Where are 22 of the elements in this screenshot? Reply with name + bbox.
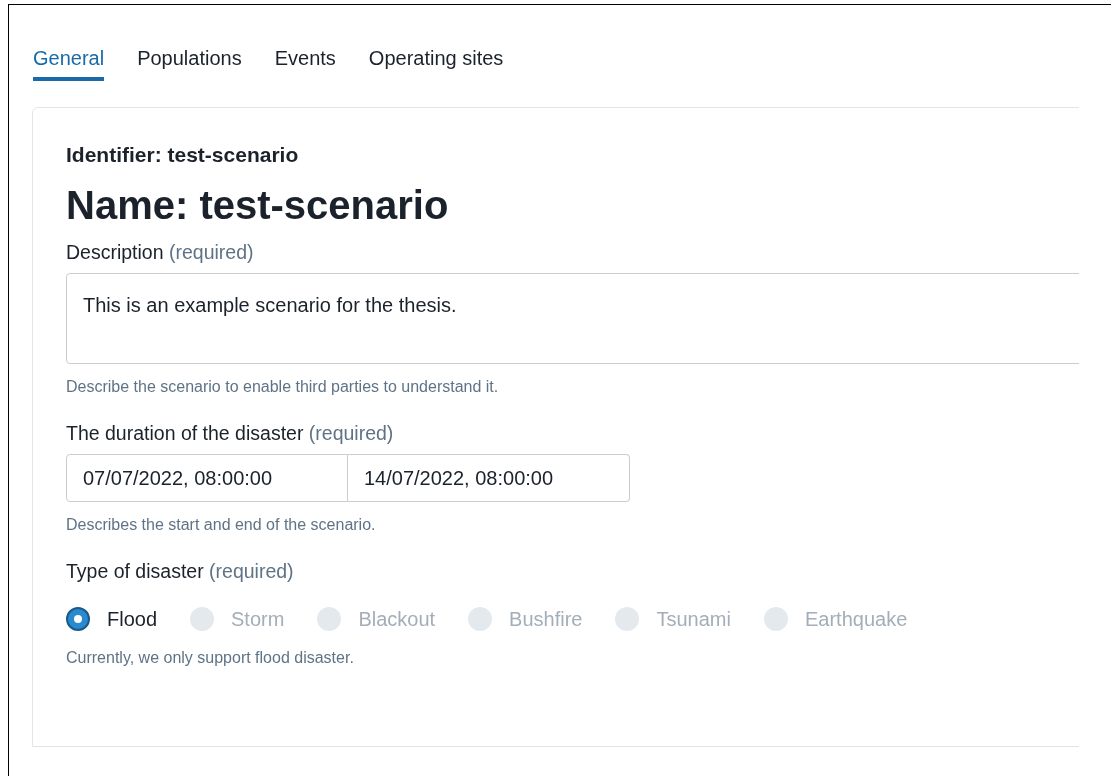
start-date-field[interactable]: 07/07/2022, 08:00:00 xyxy=(66,454,348,502)
tab[interactable]: Events xyxy=(274,45,336,81)
field-label: Type of disaster (required) xyxy=(66,560,294,582)
radio-label: Storm xyxy=(231,607,285,631)
radio-button[interactable] xyxy=(66,607,90,631)
end-date-field[interactable]: 14/07/2022, 08:00:00 xyxy=(348,454,630,502)
tab[interactable]: General xyxy=(33,45,105,81)
help-text: Currently, we only support flood disaster. xyxy=(66,649,355,667)
radio-label: Bushfire xyxy=(509,607,583,631)
help-text: Describes the start and end of the scenario. xyxy=(66,516,377,534)
scenario-name: Name: test-scenario xyxy=(66,183,450,227)
radio-label[interactable]: Flood xyxy=(107,607,158,631)
field-label: Description (required) xyxy=(66,241,254,263)
field-label: The duration of the disaster (required) xyxy=(66,422,394,444)
tab[interactable]: Operating sites xyxy=(368,45,504,81)
radio-label: Blackout xyxy=(358,607,436,631)
radio-label: Tsunami xyxy=(656,607,731,631)
radio-label: Earthquake xyxy=(804,607,908,631)
identifier-text: Identifier: test-scenario xyxy=(66,143,300,167)
description-field[interactable]: This is an example scenario for the thesis. xyxy=(66,273,1079,364)
tab[interactable]: Populations xyxy=(137,45,242,81)
help-text: Describe the scenario to enable third parties to understand it. xyxy=(66,378,500,396)
